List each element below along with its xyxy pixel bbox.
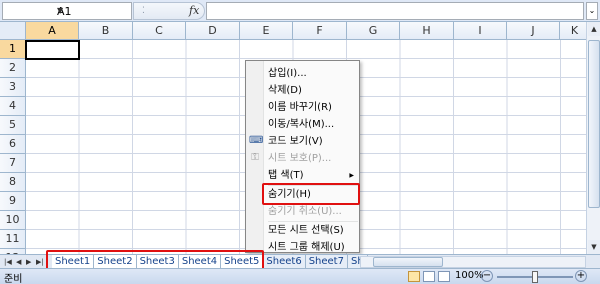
status-bar: 준비 100% − + <box>0 268 600 284</box>
horizontal-scroll-thumb[interactable] <box>373 257 443 267</box>
row-header[interactable]: 9 <box>0 192 26 211</box>
name-box[interactable]: A1 ▼ <box>2 2 132 20</box>
resize-grip-icon[interactable]: ⁚ <box>142 6 145 16</box>
context-menu-item-label: 모든 시트 선택(S) <box>268 225 344 236</box>
context-menu-item[interactable]: 모든 시트 선택(S) <box>264 222 360 239</box>
scroll-down-icon[interactable]: ▼ <box>588 240 600 254</box>
context-menu-item[interactable]: 코드 보기(V) <box>264 133 360 150</box>
active-cell[interactable] <box>25 40 80 60</box>
zoom-level[interactable]: 100% <box>455 270 484 281</box>
sheet-tab-context-menu: 삽입(I)... 삭제(D) 이름 바꾸기(R) 이동/복사(M)... 코드 보기(V… <box>245 60 360 253</box>
context-menu-item-label: 이름 바꾸기(R) <box>268 102 332 113</box>
page-layout-view-icon[interactable] <box>423 271 435 282</box>
row-header[interactable]: 11 <box>0 230 26 249</box>
column-header[interactable]: B <box>79 22 133 40</box>
zoom-in-button[interactable]: + <box>575 270 587 282</box>
context-menu-item-label: 삭제(D) <box>268 85 302 96</box>
column-header[interactable]: D <box>186 22 240 40</box>
context-menu-item-label: 이동/복사(M)... <box>268 119 335 130</box>
row-header[interactable]: 2 <box>0 59 26 78</box>
context-menu-item: 시트 보호(P)... <box>264 150 360 167</box>
row-header[interactable]: 10 <box>0 211 26 230</box>
context-menu-item-label: 코드 보기(V) <box>268 136 323 147</box>
sheet-tab[interactable]: Sheet7 <box>305 255 348 269</box>
submenu-arrow-icon: ▶ <box>349 172 354 179</box>
first-sheet-icon[interactable]: |◀ <box>4 255 12 269</box>
context-menu-item[interactable]: 탭 색(T) ▶ <box>264 167 360 184</box>
formula-input[interactable] <box>206 2 584 20</box>
hide-item-highlight <box>262 183 360 205</box>
vertical-scroll-thumb[interactable] <box>588 40 600 208</box>
context-menu-item-label: 시트 보호(P)... <box>268 153 332 164</box>
column-header[interactable]: F <box>293 22 347 40</box>
last-sheet-icon[interactable]: ▶| <box>36 255 44 269</box>
context-menu-item-label: 숨기기 취소(U)... <box>268 206 342 217</box>
scroll-up-icon[interactable]: ▲ <box>588 22 600 36</box>
context-menu-item[interactable]: 이동/복사(M)... <box>264 116 360 133</box>
context-menu-item[interactable]: 삭제(D) <box>264 82 360 99</box>
row-header[interactable]: 1 <box>0 40 26 59</box>
row-header[interactable]: 6 <box>0 135 26 154</box>
row-header[interactable]: 8 <box>0 173 26 192</box>
normal-view-icon[interactable] <box>408 271 420 282</box>
prev-sheet-icon[interactable]: ◀ <box>16 255 21 269</box>
context-menu-item[interactable]: 삽입(I)... <box>264 65 360 82</box>
column-header[interactable]: H <box>400 22 454 40</box>
row-header[interactable]: 4 <box>0 97 26 116</box>
column-header[interactable]: I <box>454 22 507 40</box>
column-header[interactable]: A <box>26 22 79 40</box>
column-header[interactable]: G <box>347 22 400 40</box>
context-menu-item-label: 삽입(I)... <box>268 68 307 79</box>
column-header[interactable]: K <box>560 22 586 40</box>
status-mode: 준비 <box>4 274 23 284</box>
sheet-tab[interactable]: Sheet6 <box>263 255 306 269</box>
view-code-icon: ⌨ <box>249 135 264 146</box>
page-break-view-icon[interactable] <box>438 271 450 282</box>
formula-bar: A1 ▼ ⁚ fx ⌄ <box>0 0 600 22</box>
context-menu-item: 숨기기 취소(U)... <box>264 203 360 220</box>
insert-function-button[interactable]: fx <box>189 4 199 17</box>
column-header[interactable]: C <box>133 22 186 40</box>
zoom-slider-knob[interactable] <box>532 271 538 283</box>
vertical-scrollbar[interactable]: ▲ ▼ <box>586 22 600 254</box>
row-header[interactable]: 7 <box>0 154 26 173</box>
next-sheet-icon[interactable]: ▶ <box>26 255 31 269</box>
protect-sheet-icon: ⚿ <box>251 152 259 163</box>
chevron-down-icon[interactable]: ▼ <box>57 6 128 15</box>
context-menu-item[interactable]: 이름 바꾸기(R) <box>264 99 360 116</box>
row-header[interactable]: 3 <box>0 78 26 97</box>
expand-formula-bar-icon[interactable]: ⌄ <box>586 2 598 20</box>
select-all-corner[interactable] <box>0 22 26 40</box>
context-menu-item-label: 시트 그룹 해제(U) <box>268 242 345 253</box>
column-header[interactable]: E <box>240 22 293 40</box>
row-header[interactable]: 5 <box>0 116 26 135</box>
formula-bar-buttons: ⁚ fx <box>133 2 205 20</box>
horizontal-scrollbar[interactable] <box>360 256 586 268</box>
zoom-out-button[interactable]: − <box>481 270 493 282</box>
column-header[interactable]: J <box>507 22 560 40</box>
context-menu-item-label: 탭 색(T) <box>268 170 304 181</box>
